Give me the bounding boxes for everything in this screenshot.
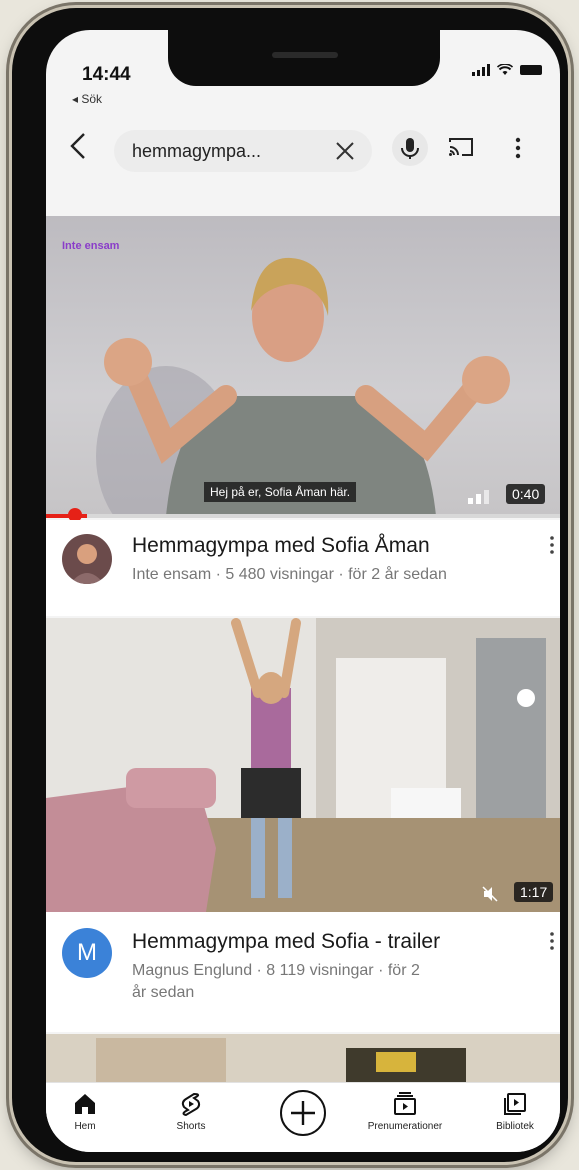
bottom-navigation: Hem Shorts Prenumerationer Bibliotek (46, 1082, 560, 1152)
clear-icon[interactable] (334, 140, 356, 162)
create-button[interactable] (258, 1089, 348, 1137)
avatar-letter: M (77, 939, 97, 966)
phone-screen: 14:44 ◂ Sök hemmagympa... Inte ensam Hej… (46, 30, 560, 1152)
thumbnail-room-image (46, 618, 560, 912)
channel-watermark: Inte ensam (62, 240, 120, 252)
signal-icon (472, 64, 490, 76)
nav-subscriptions[interactable]: Prenumerationer (360, 1091, 450, 1132)
video-title[interactable]: Hemmagympa med Sofia Åman (132, 534, 430, 558)
search-input[interactable]: hemmagympa... (114, 130, 372, 172)
video-info: Magnus Englund · 8 119 visningar · för 2… (132, 962, 420, 1001)
subscriptions-icon (394, 1092, 416, 1115)
search-bar: hemmagympa... (46, 118, 560, 178)
video-duration: 0:40 (506, 484, 546, 504)
nav-library[interactable]: Bibliotek (470, 1091, 560, 1132)
microphone-icon[interactable] (392, 130, 428, 166)
shorts-icon (181, 1092, 201, 1117)
watch-progress-bar (46, 514, 560, 518)
volume-bars-icon (468, 490, 489, 504)
nav-home-label: Hem (74, 1121, 96, 1132)
video-meta-1[interactable]: Hemmagympa med Sofia Åman Inte ensam · 5… (46, 520, 560, 616)
status-icons (472, 64, 542, 76)
nav-subscriptions-label: Prenumerationer (367, 1121, 443, 1132)
back-to-app-link[interactable]: ◂ Sök (72, 92, 102, 106)
home-icon (75, 1094, 95, 1114)
video-title[interactable]: Hemmagympa med Sofia - trailer (132, 930, 440, 954)
video-duration: 1:17 (514, 882, 554, 902)
video-menu-icon[interactable] (550, 536, 554, 554)
video-info: Inte ensam · 5 480 visningar · för 2 år … (132, 566, 447, 583)
video-thumbnail-3[interactable] (46, 1034, 560, 1088)
video-menu-icon[interactable] (550, 932, 554, 950)
thumbnail-partial-image (46, 1034, 560, 1088)
battery-icon (520, 65, 542, 75)
phone-frame: 14:44 ◂ Sök hemmagympa... Inte ensam Hej… (12, 8, 568, 1162)
avatar[interactable]: M (62, 928, 112, 978)
video-caption: Hej på er, Sofia Åman här. (204, 482, 357, 502)
nav-home[interactable]: Hem (46, 1091, 130, 1132)
video-thumbnail-2[interactable]: 1:17 (46, 618, 560, 912)
video-meta-2[interactable]: M Hemmagympa med Sofia - trailer Magnus … (46, 912, 560, 1032)
nav-shorts-label: Shorts (176, 1121, 206, 1132)
library-icon (504, 1093, 526, 1115)
add-icon (280, 1090, 326, 1136)
avatar[interactable] (62, 534, 112, 584)
video-thumbnail-1[interactable]: Inte ensam Hej på er, Sofia Åman här. 0:… (46, 216, 560, 516)
nav-shorts[interactable]: Shorts (146, 1091, 236, 1132)
mute-icon (482, 886, 498, 902)
thumbnail-presenter-image (96, 257, 510, 516)
search-query: hemmagympa... (132, 141, 262, 161)
status-time: 14:44 (82, 64, 131, 85)
cast-icon[interactable] (448, 136, 474, 158)
more-options-icon[interactable] (514, 136, 522, 160)
wifi-icon (497, 64, 513, 75)
back-arrow-icon[interactable] (66, 130, 94, 162)
phone-notch (168, 30, 440, 86)
nav-library-label: Bibliotek (496, 1121, 534, 1132)
